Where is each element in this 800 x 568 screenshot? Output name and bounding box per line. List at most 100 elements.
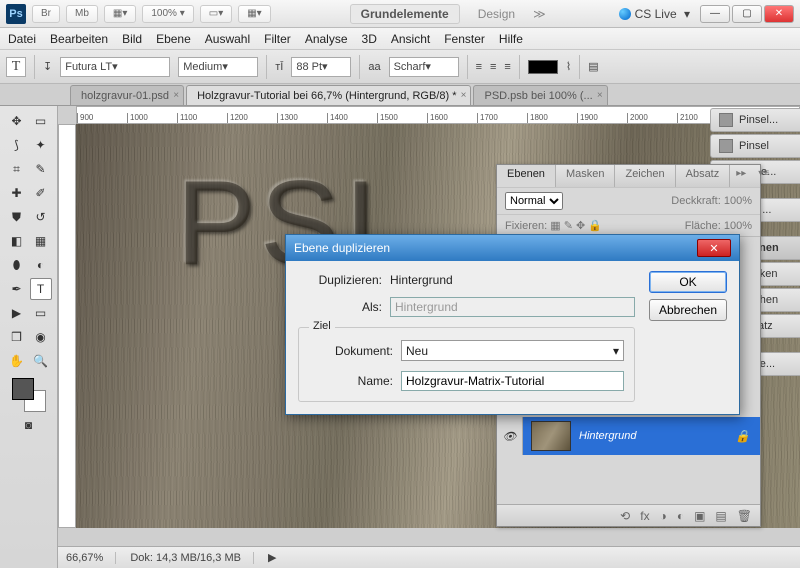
- layer-group-icon[interactable]: ▣: [694, 509, 705, 523]
- workspace-grundelemente[interactable]: Grundelemente: [350, 4, 460, 24]
- workspace-more-icon[interactable]: ≫: [533, 7, 546, 21]
- workspace-design[interactable]: Design: [478, 7, 515, 21]
- layer-fx-icon[interactable]: fx: [640, 509, 649, 523]
- panel-menu-icon[interactable]: ▾≡: [752, 165, 775, 187]
- menu-ansicht[interactable]: Ansicht: [391, 32, 430, 46]
- type-tool-preset[interactable]: T: [6, 57, 26, 77]
- shape-tool[interactable]: ▭: [30, 302, 52, 324]
- menu-3d[interactable]: 3D: [362, 32, 377, 46]
- dialog-close-button[interactable]: ✕: [697, 239, 731, 257]
- align-center-icon[interactable]: ≡: [490, 61, 496, 73]
- close-button[interactable]: ✕: [764, 5, 794, 23]
- cs-live-button[interactable]: CS Live ▾: [619, 7, 690, 21]
- close-icon[interactable]: ×: [597, 90, 603, 101]
- 3d-tool[interactable]: ❒: [6, 326, 28, 348]
- align-left-icon[interactable]: ≡: [476, 61, 482, 73]
- layer-row[interactable]: 👁 Hintergrund 🔒: [497, 417, 760, 455]
- menu-ebene[interactable]: Ebene: [156, 32, 191, 46]
- adjustment-layer-icon[interactable]: ◐: [677, 509, 684, 523]
- status-zoom[interactable]: 66,67%: [66, 552, 116, 564]
- dokument-select[interactable]: Neu ▾: [401, 340, 624, 361]
- delete-layer-icon[interactable]: 🗑: [737, 509, 752, 523]
- lock-position-icon[interactable]: ✥: [573, 219, 585, 232]
- blend-mode-select[interactable]: Normal: [505, 192, 563, 210]
- stamp-tool[interactable]: ⛊: [6, 206, 28, 228]
- align-right-icon[interactable]: ≡: [504, 61, 510, 73]
- bridge-pill[interactable]: Br: [32, 5, 60, 23]
- screen-mode-pill[interactable]: ▦▾: [104, 5, 136, 23]
- fg-bg-color[interactable]: [12, 378, 46, 412]
- name-input[interactable]: [401, 371, 624, 391]
- minibridge-pill[interactable]: Mb: [66, 5, 98, 23]
- foreground-color[interactable]: [12, 378, 34, 400]
- arrange-docs-pill[interactable]: ▦▾: [238, 5, 270, 23]
- menu-hilfe[interactable]: Hilfe: [499, 32, 523, 46]
- lasso-tool[interactable]: ⟆: [6, 134, 28, 156]
- 3d-camera-tool[interactable]: ◉: [30, 326, 52, 348]
- character-panel-icon[interactable]: ▤: [588, 60, 598, 73]
- marquee-tool[interactable]: ▭: [30, 110, 52, 132]
- antialias-select[interactable]: Scharf▾: [389, 57, 459, 77]
- link-layers-icon[interactable]: ⟲: [620, 509, 630, 523]
- history-brush-tool[interactable]: ↺: [30, 206, 52, 228]
- font-size-select[interactable]: 88 Pt▾: [291, 57, 351, 77]
- eraser-tool[interactable]: ◧: [6, 230, 28, 252]
- lock-image-icon[interactable]: ✎: [561, 219, 573, 232]
- blur-tool[interactable]: ⬮: [6, 254, 28, 276]
- status-doc-size[interactable]: Dok: 14,3 MB/16,3 MB: [130, 552, 254, 564]
- gradient-tool[interactable]: ▦: [30, 230, 52, 252]
- layer-mask-icon[interactable]: ◑: [660, 509, 667, 523]
- status-arrow-icon[interactable]: ▶: [268, 551, 276, 564]
- font-family-select[interactable]: Futura LT▾: [60, 57, 170, 77]
- document-tab[interactable]: holzgravur-01.psd×: [70, 85, 184, 105]
- eyedropper-tool[interactable]: ✎: [30, 158, 52, 180]
- menu-bearbeiten[interactable]: Bearbeiten: [50, 32, 108, 46]
- maximize-button[interactable]: ▢: [732, 5, 762, 23]
- panel-tab-ebenen[interactable]: Ebenen: [497, 165, 556, 187]
- zoom-pill[interactable]: 100% ▾: [142, 5, 193, 23]
- pen-tool[interactable]: ✒: [6, 278, 28, 300]
- layer-visibility-icon[interactable]: 👁: [497, 417, 523, 455]
- document-tab[interactable]: Holzgravur-Tutorial bei 66,7% (Hintergru…: [186, 85, 471, 105]
- menu-bild[interactable]: Bild: [122, 32, 142, 46]
- menu-analyse[interactable]: Analyse: [305, 32, 348, 46]
- panel-tab-zeichen[interactable]: Zeichen: [615, 165, 675, 187]
- font-weight-select[interactable]: Medium▾: [178, 57, 258, 77]
- brush-tool[interactable]: ✐: [30, 182, 52, 204]
- lock-transparency-icon[interactable]: ▦: [547, 219, 560, 232]
- magic-wand-tool[interactable]: ✦: [30, 134, 52, 156]
- layer-name[interactable]: Hintergrund: [579, 430, 636, 442]
- document-tab[interactable]: PSD.psb bei 100% (...×: [473, 85, 607, 105]
- panel-tab-absatz[interactable]: Absatz: [676, 165, 731, 187]
- menu-fenster[interactable]: Fenster: [444, 32, 485, 46]
- cancel-button[interactable]: Abbrechen: [649, 299, 727, 321]
- view-extras-pill[interactable]: ▭▾: [200, 5, 232, 23]
- menu-filter[interactable]: Filter: [264, 32, 291, 46]
- dodge-tool[interactable]: ◐: [30, 254, 52, 276]
- new-layer-icon[interactable]: ▤: [715, 509, 726, 523]
- warp-text-icon[interactable]: ⌇: [566, 60, 571, 73]
- ok-button[interactable]: OK: [649, 271, 727, 293]
- fill-value[interactable]: 100%: [724, 220, 752, 232]
- close-icon[interactable]: ×: [173, 90, 179, 101]
- crop-tool[interactable]: ⌗: [6, 158, 28, 180]
- minimize-button[interactable]: —: [700, 5, 730, 23]
- menu-auswahl[interactable]: Auswahl: [205, 32, 250, 46]
- text-orientation-icon[interactable]: ↧: [43, 60, 52, 73]
- layer-thumbnail[interactable]: [531, 421, 571, 451]
- zoom-tool[interactable]: 🔍: [30, 350, 52, 372]
- move-tool[interactable]: ✥: [6, 110, 28, 132]
- text-color-swatch[interactable]: [528, 60, 558, 74]
- path-select-tool[interactable]: ▶: [6, 302, 28, 324]
- panel-tab-pinsel[interactable]: Pinsel: [710, 134, 800, 158]
- healing-brush-tool[interactable]: ✚: [6, 182, 28, 204]
- lock-all-icon[interactable]: 🔒: [585, 219, 602, 232]
- panel-collapse-icon[interactable]: ▸▸: [730, 165, 752, 187]
- quickmask-tool[interactable]: ◙: [18, 414, 40, 436]
- menu-datei[interactable]: Datei: [8, 32, 36, 46]
- close-icon[interactable]: ×: [461, 90, 467, 101]
- type-tool[interactable]: T: [30, 278, 52, 300]
- hand-tool[interactable]: ✋: [6, 350, 28, 372]
- opacity-value[interactable]: 100%: [724, 195, 752, 207]
- panel-tab-masken[interactable]: Masken: [556, 165, 616, 187]
